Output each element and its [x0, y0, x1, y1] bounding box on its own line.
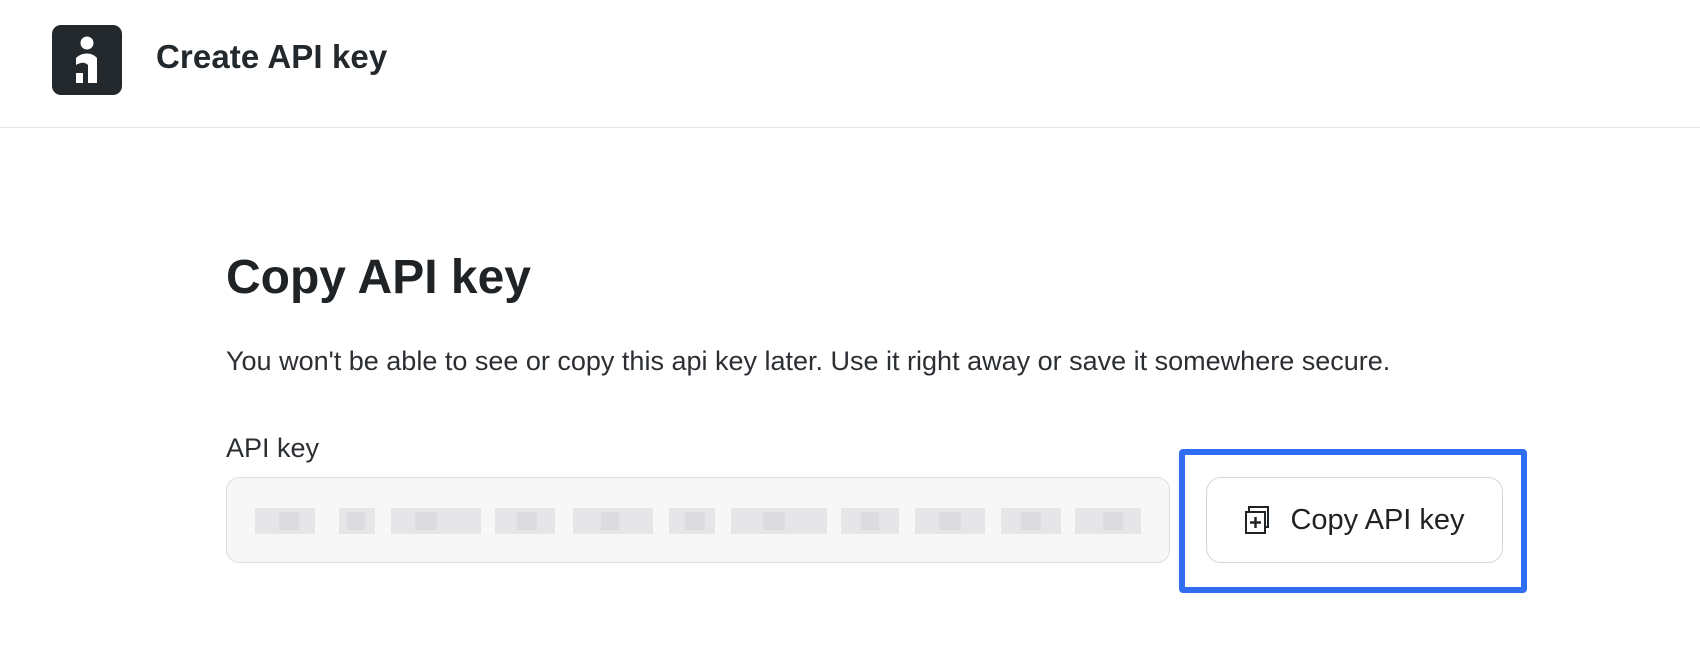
warning-description: You won't be able to see or copy this ap…	[226, 346, 1391, 376]
top-bar: Create API key	[0, 0, 1700, 128]
copy-api-key-button[interactable]: Copy API key	[1206, 477, 1503, 563]
brand-logo-icon[interactable]	[52, 25, 122, 95]
copy-icon	[1244, 505, 1272, 535]
obscured-key-pixels	[255, 508, 1141, 534]
copy-button-label: Copy API key	[1290, 503, 1465, 536]
api-key-field[interactable]	[226, 477, 1170, 563]
section-heading: Copy API key	[226, 251, 531, 304]
api-key-label: API key	[226, 433, 320, 463]
page-title: Create API key	[156, 38, 388, 75]
